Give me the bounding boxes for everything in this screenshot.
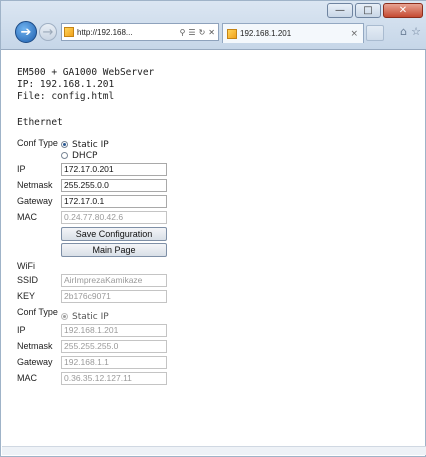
favorites-star-icon[interactable]: ☆ <box>411 25 421 38</box>
address-bar[interactable]: http://192.168... ⚲ ☰ ↻ ✕ <box>61 23 219 41</box>
new-tab-button[interactable] <box>366 25 384 41</box>
home-icon[interactable]: ⌂ <box>400 25 407 38</box>
page-icon <box>64 27 74 37</box>
address-text: http://192.168... <box>77 27 133 37</box>
ethernet-gateway-input[interactable]: 172.17.0.1 <box>61 195 167 208</box>
compatibility-icon[interactable]: ☰ <box>188 28 195 37</box>
forward-button[interactable]: → <box>39 23 57 41</box>
tab-page-icon <box>227 28 237 39</box>
radio-selected-icon <box>61 141 68 148</box>
wifi-heading: WiFi <box>17 261 35 271</box>
wifi-ssid-input: AirImprezaKamikaze <box>61 274 167 287</box>
server-ip: IP: 192.168.1.201 <box>17 79 115 90</box>
tab-title: 192.168.1.201 <box>240 29 292 38</box>
wifi-key-input: 2b176c9071 <box>61 290 167 303</box>
maximize-button[interactable]: □ <box>355 3 381 18</box>
ethernet-netmask-label: Netmask <box>17 180 53 190</box>
wifi-gateway-input: 192.168.1.1 <box>61 356 167 369</box>
browser-window: — □ ✕ ➔ → http://192.168... ⚲ ☰ ↻ ✕ 192.… <box>0 0 426 457</box>
radio-disabled-icon <box>61 313 68 320</box>
main-page-button[interactable]: Main Page <box>61 243 167 257</box>
server-title: EM500 + GA1000 WebServer <box>17 67 155 78</box>
ethernet-ip-input[interactable]: 172.17.0.201 <box>61 163 167 176</box>
search-icon[interactable]: ⚲ <box>180 28 186 37</box>
wifi-ip-label: IP <box>17 325 26 335</box>
window-controls: — □ ✕ <box>327 3 423 18</box>
ethernet-mac-input: 0.24.77.80.42.6 <box>61 211 167 224</box>
radio-unselected-icon <box>61 152 68 159</box>
file-name: File: config.html <box>17 91 115 102</box>
browser-tab[interactable]: 192.168.1.201 × <box>222 23 364 43</box>
page-content: EM500 + GA1000 WebServer IP: 192.168.1.2… <box>17 67 407 386</box>
ethernet-ip-label: IP <box>17 164 26 174</box>
ethernet-gateway-label: Gateway <box>17 196 53 206</box>
back-arrow-icon: ➔ <box>20 24 32 40</box>
tab-close-icon[interactable]: × <box>350 29 358 39</box>
wifi-mac-label: MAC <box>17 373 37 383</box>
wifi-ssid-label: SSID <box>17 275 39 285</box>
ethernet-heading: Ethernet <box>17 117 63 128</box>
ethernet-conf-type-label: Conf Type <box>17 138 58 148</box>
back-button[interactable]: ➔ <box>15 21 37 43</box>
ethernet-netmask-input[interactable]: 255.255.0.0 <box>61 179 167 192</box>
ethernet-form: Conf Type Static IP DHCP IP 172.17.0.201 <box>17 138 167 259</box>
browser-toolbar: — □ ✕ ➔ → http://192.168... ⚲ ☰ ↻ ✕ 192.… <box>1 1 426 50</box>
minimize-button[interactable]: — <box>327 3 353 18</box>
refresh-icon[interactable]: ↻ <box>199 28 206 37</box>
wifi-key-label: KEY <box>17 291 36 301</box>
wifi-gateway-label: Gateway <box>17 357 53 367</box>
status-bar <box>2 446 426 455</box>
ethernet-static-ip-radio[interactable]: Static IP <box>61 139 167 150</box>
wifi-form: SSID AirImprezaKamikaze KEY 2b176c9071 C… <box>17 272 167 386</box>
ethernet-dhcp-radio[interactable]: DHCP <box>61 150 167 161</box>
page-header: EM500 + GA1000 WebServer IP: 192.168.1.2… <box>17 67 407 103</box>
browser-tools: ⌂ ☆ <box>400 25 421 38</box>
wifi-mac-input: 0.36.35.12.127.11 <box>61 372 167 385</box>
wifi-conf-type-label: Conf Type <box>17 307 58 317</box>
wifi-netmask-input: 255.255.255.0 <box>61 340 167 353</box>
stop-icon[interactable]: ✕ <box>208 28 215 37</box>
wifi-netmask-label: Netmask <box>17 341 53 351</box>
forward-arrow-icon: → <box>42 24 54 40</box>
close-button[interactable]: ✕ <box>383 3 423 18</box>
save-configuration-button[interactable]: Save Configuration <box>61 227 167 241</box>
wifi-ip-input: 192.168.1.201 <box>61 324 167 337</box>
ethernet-mac-label: MAC <box>17 212 37 222</box>
wifi-static-ip-radio: Static IP <box>61 311 167 322</box>
